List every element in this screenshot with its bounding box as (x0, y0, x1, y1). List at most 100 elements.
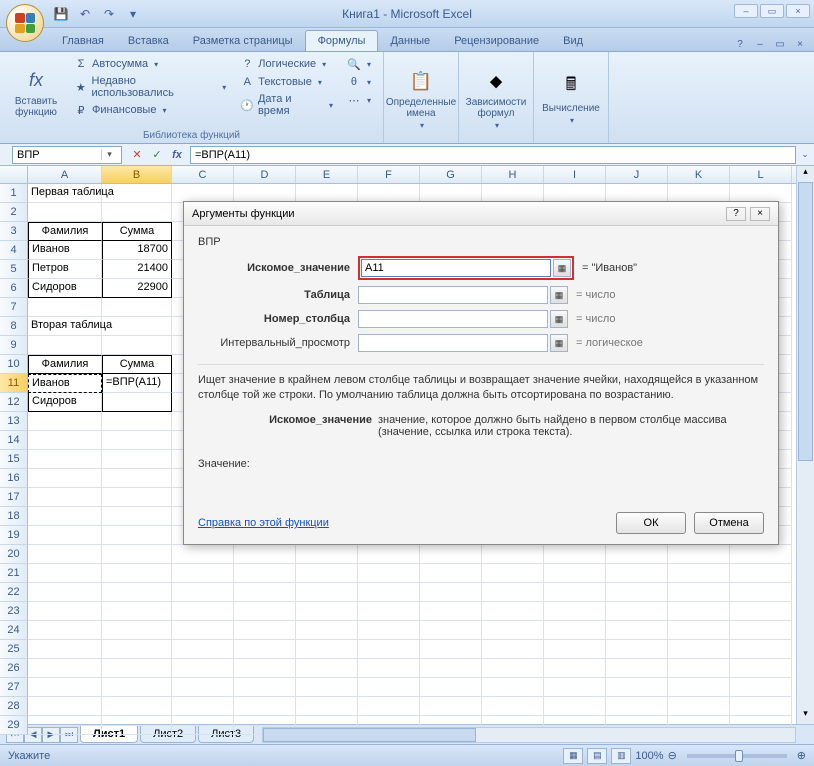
insert-function-button[interactable]: fx Вставить функцию (8, 56, 64, 128)
cell-C25[interactable] (172, 640, 234, 659)
row-header-26[interactable]: 26 (0, 659, 28, 678)
tab-home[interactable]: Главная (50, 31, 116, 51)
cell-B19[interactable] (102, 526, 172, 545)
cell-A2[interactable] (28, 203, 102, 222)
zoom-in-icon[interactable]: ⊕ (797, 749, 806, 762)
tab-insert[interactable]: Вставка (116, 31, 181, 51)
lookup-button[interactable]: 🔍▾ (343, 56, 375, 72)
defined-names-button[interactable]: 📋 Определенные имена ▾ (392, 56, 450, 141)
cell-C22[interactable] (172, 583, 234, 602)
cell-A4[interactable]: Иванов (28, 241, 102, 260)
text-button[interactable]: AТекстовые▾ (236, 74, 337, 90)
col-header-A[interactable]: A (28, 166, 102, 183)
cell-A11[interactable]: Иванов (28, 374, 102, 393)
financial-button[interactable]: ₽Финансовые▾ (70, 102, 230, 118)
cell-G28[interactable] (420, 697, 482, 716)
cell-C20[interactable] (172, 545, 234, 564)
cell-A15[interactable] (28, 450, 102, 469)
arg-ref-button-0[interactable]: ▦ (553, 259, 571, 277)
logical-button[interactable]: ?Логические▾ (236, 56, 337, 72)
formula-auditing-button[interactable]: ⬥ Зависимости формул ▾ (467, 56, 525, 141)
col-header-B[interactable]: B (102, 166, 172, 183)
cell-J27[interactable] (606, 678, 668, 697)
row-header-5[interactable]: 5 (0, 260, 28, 279)
cell-F24[interactable] (358, 621, 420, 640)
cell-J23[interactable] (606, 602, 668, 621)
cell-J25[interactable] (606, 640, 668, 659)
cell-K26[interactable] (668, 659, 730, 678)
row-header-19[interactable]: 19 (0, 526, 28, 545)
cell-D21[interactable] (234, 564, 296, 583)
cell-B22[interactable] (102, 583, 172, 602)
row-header-1[interactable]: 1 (0, 184, 28, 203)
maximize-button[interactable]: ▭ (760, 4, 784, 18)
cell-C27[interactable] (172, 678, 234, 697)
view-normal-icon[interactable]: ▦ (563, 748, 583, 764)
name-box-dropdown-icon[interactable]: ▾ (101, 149, 117, 160)
cell-I26[interactable] (544, 659, 606, 678)
cell-F21[interactable] (358, 564, 420, 583)
horizontal-scrollbar[interactable] (262, 727, 796, 743)
cell-H27[interactable] (482, 678, 544, 697)
cell-A22[interactable] (28, 583, 102, 602)
cell-F25[interactable] (358, 640, 420, 659)
zoom-out-icon[interactable]: ⊖ (668, 749, 677, 762)
arg-input-1[interactable] (358, 286, 548, 304)
row-header-14[interactable]: 14 (0, 431, 28, 450)
recent-button[interactable]: ★Недавно использовались▾ (70, 74, 230, 100)
cell-H23[interactable] (482, 602, 544, 621)
cell-H26[interactable] (482, 659, 544, 678)
cell-G25[interactable] (420, 640, 482, 659)
cell-I22[interactable] (544, 583, 606, 602)
cell-I20[interactable] (544, 545, 606, 564)
cell-B15[interactable] (102, 450, 172, 469)
cell-B12[interactable] (102, 393, 172, 412)
cell-E24[interactable] (296, 621, 358, 640)
more-button[interactable]: ⋯▾ (343, 92, 375, 108)
cell-J28[interactable] (606, 697, 668, 716)
cell-B4[interactable]: 18700 (102, 241, 172, 260)
arg-ref-button-2[interactable]: ▦ (550, 310, 568, 328)
col-header-F[interactable]: F (358, 166, 420, 183)
fx-button[interactable]: fx (168, 146, 186, 164)
cell-D27[interactable] (234, 678, 296, 697)
cell-B9[interactable] (102, 336, 172, 355)
qat-redo-icon[interactable]: ↷ (100, 5, 118, 23)
cell-L21[interactable] (730, 564, 792, 583)
doc-close-icon[interactable]: × (792, 37, 808, 51)
row-header-20[interactable]: 20 (0, 545, 28, 564)
cell-G27[interactable] (420, 678, 482, 697)
cell-A20[interactable] (28, 545, 102, 564)
cell-G24[interactable] (420, 621, 482, 640)
cell-A21[interactable] (28, 564, 102, 583)
cell-K21[interactable] (668, 564, 730, 583)
name-box[interactable]: ВПР ▾ (12, 146, 122, 164)
cell-H25[interactable] (482, 640, 544, 659)
col-header-G[interactable]: G (420, 166, 482, 183)
row-header-8[interactable]: 8 (0, 317, 28, 336)
cell-B6[interactable]: 22900 (102, 279, 172, 298)
cell-K23[interactable] (668, 602, 730, 621)
cell-C29[interactable] (172, 716, 234, 735)
row-header-23[interactable]: 23 (0, 602, 28, 621)
arg-ref-button-3[interactable]: ▦ (550, 334, 568, 352)
row-header-12[interactable]: 12 (0, 393, 28, 412)
row-header-25[interactable]: 25 (0, 640, 28, 659)
cell-C26[interactable] (172, 659, 234, 678)
row-header-15[interactable]: 15 (0, 450, 28, 469)
cell-G26[interactable] (420, 659, 482, 678)
cell-I21[interactable] (544, 564, 606, 583)
cell-C23[interactable] (172, 602, 234, 621)
doc-restore-icon[interactable]: ▭ (772, 37, 788, 51)
cell-B2[interactable] (102, 203, 172, 222)
row-header-7[interactable]: 7 (0, 298, 28, 317)
row-header-17[interactable]: 17 (0, 488, 28, 507)
cell-A23[interactable] (28, 602, 102, 621)
col-header-E[interactable]: E (296, 166, 358, 183)
cell-E20[interactable] (296, 545, 358, 564)
cell-L25[interactable] (730, 640, 792, 659)
cell-B7[interactable] (102, 298, 172, 317)
expand-formula-icon[interactable]: ⌄ (796, 149, 814, 160)
cell-I23[interactable] (544, 602, 606, 621)
cell-D20[interactable] (234, 545, 296, 564)
